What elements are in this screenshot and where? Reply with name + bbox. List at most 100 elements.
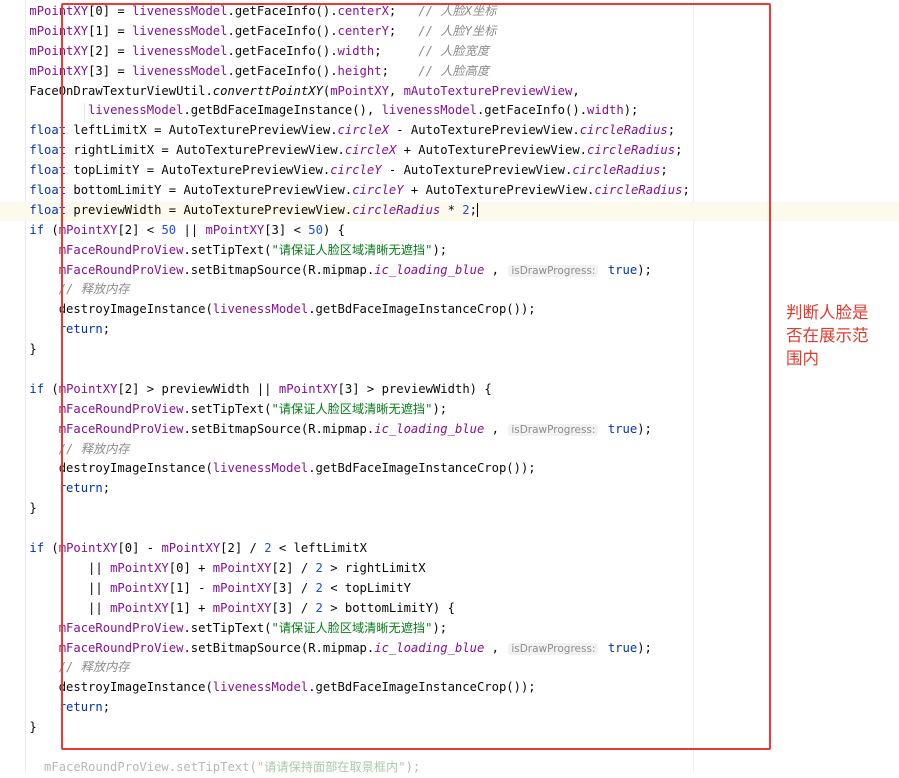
code-comment: // 释放内存 [58,441,130,456]
keyword: true [607,421,638,436]
static-field: ic_loading_blue [374,640,485,655]
param-hint: isDrawProgress: [508,642,599,655]
field-ref: mPointXY [29,43,89,58]
static-field: circleRadius [587,143,676,158]
code-token: ; [102,700,111,715]
field-ref: centerX [337,4,389,18]
field-ref: livenessModel [212,680,309,695]
code-token: [1] - [168,580,213,595]
code-line[interactable]: return; [0,479,899,499]
code-line[interactable]: mFaceRoundProView.setTipText("请保证人脸区域清晰无… [0,400,899,420]
code-token: ) { [322,222,345,237]
code-token: ); [432,620,448,635]
code-line[interactable]: destroyImageInstance(livenessModel.getBd… [0,678,899,698]
field-ref: mPointXY [110,560,169,575]
field-ref: mPointXY [212,560,272,575]
code-token: , [484,421,507,436]
code-token: bottomLimitY = AutoTexturePreviewView. [66,183,353,198]
code-line[interactable]: mFaceRoundProView.setBitmapSource(R.mipm… [0,261,899,281]
string-literal: "请保证人脸区域清晰无遮挡" [271,620,433,635]
param-hint: isDrawProgress: [508,264,599,277]
keyword: float [29,183,67,198]
code-line[interactable]: mPointXY[3] = livenessModel.getFaceInfo(… [0,62,899,82]
code-token: ; [102,322,111,337]
code-line[interactable]: || mPointXY[1] - mPointXY[3] / 2 < topLi… [0,579,899,599]
number-literal: 2 [315,580,323,595]
field-ref: livenessModel [132,43,228,58]
code-token: < topLimitY [322,580,411,595]
code-token: destroyImageInstance( [0,680,213,695]
code-line[interactable]: mFaceRoundProView.setTipText("请保证人脸区域清晰无… [0,619,899,639]
keyword: true [607,640,638,655]
keyword: if [29,222,45,237]
field-ref: mPointXY [29,63,89,78]
code-line[interactable]: mPointXY[2] = livenessModel.getFaceInfo(… [0,42,899,62]
code-comment: // 人脸高度 [418,63,490,78]
code-token: [0] = [88,4,133,18]
code-token: destroyImageInstance( [0,302,213,317]
field-ref: height [337,63,382,78]
keyword: true [607,262,638,277]
code-line[interactable]: } [0,340,899,360]
code-token: ; [374,43,419,58]
code-token: .setTipText( [183,401,272,416]
code-line[interactable]: destroyImageInstance(livenessModel.getBd… [0,300,899,320]
code-line[interactable]: if (mPointXY[0] - mPointXY[2] / 2 < left… [0,539,899,559]
code-line[interactable]: } [0,499,899,519]
code-line[interactable]: float leftLimitX = AutoTexturePreviewVie… [0,121,899,141]
code-token: , [572,83,580,98]
code-line[interactable]: if (mPointXY[2] > previewWidth || mPoint… [0,380,899,400]
code-token: ; [381,63,419,78]
code-token: [3] / [271,600,316,615]
code-line[interactable]: // 释放内存 [0,658,899,678]
code-token: .setTipText( [183,620,272,635]
code-line[interactable]: return; [0,698,899,718]
code-line[interactable]: mFaceRoundProView.setTipText("请保证人脸区域清晰无… [0,241,899,261]
code-line[interactable]: mFaceRoundProView.setTipText("请请保持面部在取景框… [0,758,899,778]
code-line[interactable]: destroyImageInstance(livenessModel.getBd… [0,459,899,479]
code-line[interactable]: float rightLimitX = AutoTexturePreviewVi… [0,141,899,161]
code-line[interactable]: mFaceRoundProView.setBitmapSource(R.mipm… [0,639,899,659]
code-token: .setBitmapSource(R.mipmap. [183,421,375,436]
code-line[interactable]: if (mPointXY[2] < 50 || mPointXY[3] < 50… [0,221,899,241]
code-line[interactable]: FaceOnDrawTexturViewUtil.converttPointXY… [0,82,899,102]
code-line[interactable]: return; [0,320,899,340]
code-line[interactable]: // 释放内存 [0,280,899,300]
field-ref: width [587,103,624,118]
code-token: .setBitmapSource(R.mipmap. [183,262,375,277]
code-editor[interactable]: mPointXY [0] = livenessModel .getFaceInfo(… [0,2,899,778]
field-ref: mFaceRoundProView [58,242,184,257]
code-line[interactable]: float bottomLimitY = AutoTexturePreviewV… [0,181,899,201]
code-token: [3] < [264,222,309,237]
code-line[interactable]: || mPointXY[0] + mPointXY[2] / 2 > right… [0,559,899,579]
static-field: circleRadius [572,163,661,178]
code-line[interactable]: float topLimitY = AutoTexturePreviewView… [0,161,899,181]
code-token: || [176,222,206,237]
field-ref: mFaceRoundProView [58,401,184,416]
code-comment: // 释放内存 [58,660,130,675]
code-token: rightLimitX = AutoTexturePreviewView. [66,143,345,158]
static-field: circleY [330,163,382,178]
code-line[interactable]: // 释放内存 [0,440,899,460]
code-line[interactable]: float previewWidth = AutoTexturePreviewV… [0,201,899,221]
code-line[interactable]: livenessModel.getBdFaceImageInstance(), … [0,101,899,121]
code-line[interactable]: || mPointXY[1] + mPointXY[3] / 2 > botto… [0,599,899,619]
code-line[interactable] [0,738,899,758]
code-token: [3] / [271,580,316,595]
static-field: circleX [344,143,397,158]
code-token: } [0,342,37,357]
code-line[interactable]: } [0,718,899,738]
code-line[interactable]: mPointXY[1] = livenessModel.getFaceInfo(… [0,22,899,42]
code-line[interactable]: mPointXY[0] = livenessModel.getFaceInfo(… [0,2,899,22]
code-token: .getFaceInfo(). [227,23,338,38]
code-line[interactable]: mFaceRoundProView.setBitmapSource(R.mipm… [0,420,899,440]
code-line[interactable] [0,519,899,539]
code-line[interactable] [0,360,899,380]
field-ref: width [337,43,375,58]
code-token: - AutoTexturePreviewView. [381,163,573,178]
